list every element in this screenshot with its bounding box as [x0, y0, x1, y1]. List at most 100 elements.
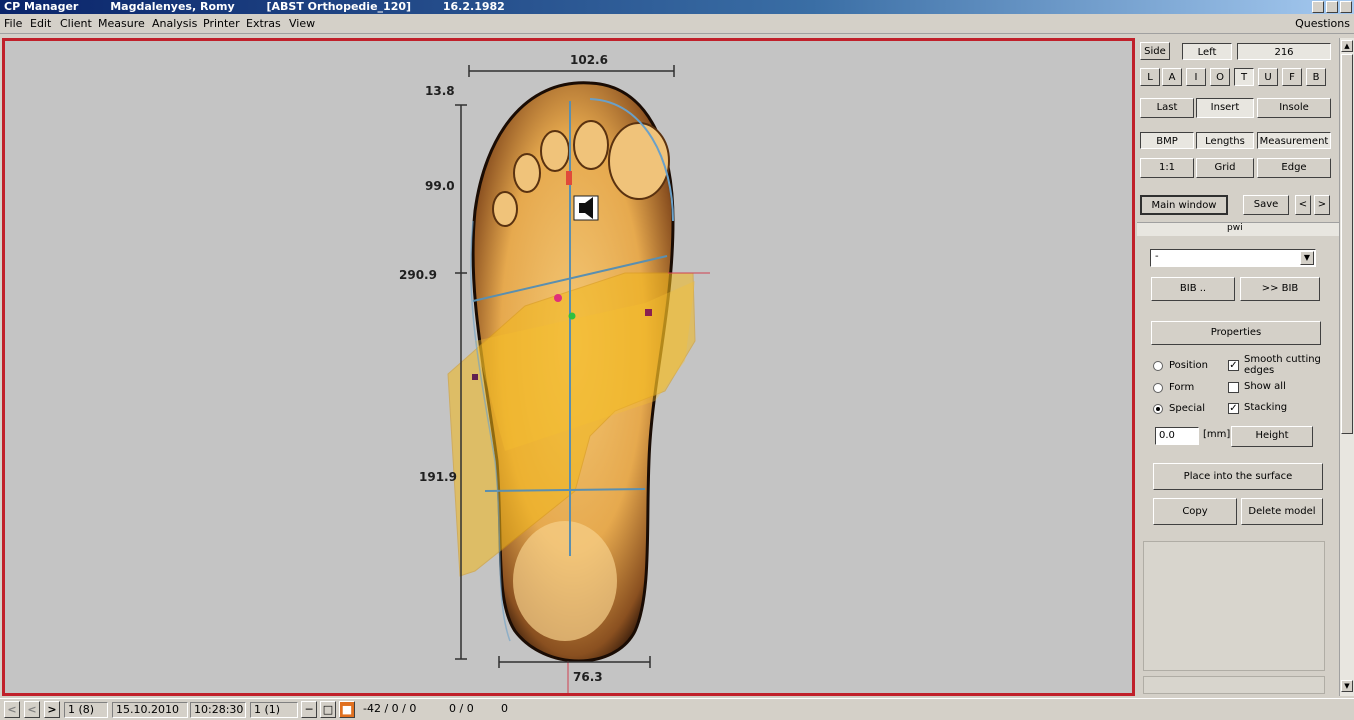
control-panel: Side Left 216 L A I O T U F B Last Inser…: [1137, 38, 1339, 696]
save-button[interactable]: Save: [1243, 195, 1289, 215]
copy-button[interactable]: Copy: [1153, 498, 1237, 525]
model-select[interactable]: - ▼: [1150, 249, 1316, 267]
dimension-length-2: 99.0: [425, 179, 455, 193]
letter-l-button[interactable]: L: [1140, 68, 1160, 86]
place-into-surface-button[interactable]: Place into the surface: [1153, 463, 1323, 490]
dimension-length-3: 290.9: [399, 268, 437, 282]
menu-file[interactable]: File: [4, 17, 22, 30]
panel-scrollbar[interactable]: ▲ ▼: [1339, 38, 1354, 696]
grid-button[interactable]: Grid: [1196, 158, 1254, 178]
prev-page-icon[interactable]: <: [24, 701, 40, 718]
marker-point-purple: [645, 309, 652, 316]
radio-special-label: Special: [1169, 403, 1206, 414]
radio-position-label: Position: [1169, 360, 1208, 371]
project-name: [ABST Orthopedie_120]: [266, 0, 412, 13]
check-smooth-cutting-edges[interactable]: ✓: [1228, 360, 1239, 371]
radio-position[interactable]: [1153, 361, 1163, 371]
radio-form[interactable]: [1153, 383, 1163, 393]
status-coords: -42 / 0 / 0: [363, 702, 417, 715]
next-page-icon[interactable]: >: [44, 701, 60, 718]
scroll-down-icon[interactable]: ▼: [1341, 680, 1353, 692]
status-index: 1 (1): [250, 702, 298, 718]
tab-lengths[interactable]: Lengths: [1196, 132, 1254, 149]
toe-2: [573, 120, 609, 170]
toe-big: [608, 122, 670, 200]
check-show-all-label: Show all: [1244, 381, 1286, 392]
marker-point-pink: [554, 294, 562, 302]
info-area: [1143, 541, 1325, 671]
letter-f-button[interactable]: F: [1282, 68, 1302, 86]
scroll-thumb[interactable]: [1341, 54, 1353, 434]
marker-point-green: [568, 312, 576, 320]
delete-model-button[interactable]: Delete model: [1241, 498, 1323, 525]
scale-1-1-button[interactable]: 1:1: [1140, 158, 1194, 178]
check-stacking-label: Stacking: [1244, 402, 1288, 413]
status-coords-2: 0 / 0: [449, 702, 474, 715]
group-label: pwi: [1227, 223, 1243, 233]
letter-t-button[interactable]: T: [1234, 68, 1254, 86]
dimension-length-4: 191.9: [419, 470, 457, 484]
status-bar: < < > 1 (8) 15.10.2010 10:28:30 1 (1) ─ …: [0, 698, 1354, 720]
client-name: Magdalenyes, Romy: [110, 0, 235, 13]
app-title: CP Manager: [4, 0, 79, 13]
foot-scan-viewport[interactable]: 102.6 76.3 13.8 99.0 290.9 191.9: [2, 38, 1135, 696]
status-time: 10:28:30: [190, 702, 246, 718]
tab-measurement[interactable]: Measurement: [1257, 132, 1331, 149]
size-field: 216: [1237, 43, 1331, 60]
letter-u-button[interactable]: U: [1258, 68, 1278, 86]
side-button[interactable]: Side: [1140, 42, 1170, 60]
tab-bmp[interactable]: BMP: [1140, 132, 1194, 149]
menu-view[interactable]: View: [289, 17, 315, 30]
edge-button[interactable]: Edge: [1257, 158, 1331, 178]
letter-i-button[interactable]: I: [1186, 68, 1206, 86]
next-button[interactable]: >: [1314, 195, 1330, 215]
maximize-button[interactable]: [1326, 1, 1338, 13]
main-window-button[interactable]: Main window: [1140, 195, 1228, 215]
toe-4: [513, 153, 541, 193]
status-zero: 0: [501, 702, 508, 715]
tab-insert[interactable]: Insert: [1196, 98, 1254, 118]
menu-bar: File Edit Client Measure Analysis Printe…: [0, 14, 1354, 34]
page-indicator: 1 (8): [64, 702, 108, 718]
info-area-bottom: [1143, 676, 1325, 694]
menu-edit[interactable]: Edit: [30, 17, 51, 30]
letter-b-button[interactable]: B: [1306, 68, 1326, 86]
check-smooth-cutting-edges-label: Smooth cutting edges: [1244, 354, 1321, 376]
toe-5: [492, 191, 518, 227]
view-icon-2[interactable]: □: [320, 701, 336, 718]
radio-special[interactable]: [1153, 404, 1163, 414]
letter-a-button[interactable]: A: [1162, 68, 1182, 86]
tab-last[interactable]: Last: [1140, 98, 1194, 118]
radio-form-label: Form: [1169, 382, 1195, 393]
view-icon-3[interactable]: ■: [339, 701, 355, 718]
properties-button[interactable]: Properties: [1151, 321, 1321, 345]
toe-3: [540, 130, 570, 172]
chevron-down-icon[interactable]: ▼: [1300, 251, 1314, 265]
menu-analysis[interactable]: Analysis: [152, 17, 197, 30]
status-date: 15.10.2010: [112, 702, 188, 718]
close-button[interactable]: [1340, 1, 1352, 13]
menu-client[interactable]: Client: [60, 17, 92, 30]
menu-measure[interactable]: Measure: [98, 17, 145, 30]
height-button[interactable]: Height: [1231, 426, 1313, 447]
dimension-width-top: 102.6: [570, 53, 608, 67]
prev-button[interactable]: <: [1295, 195, 1311, 215]
menu-printer[interactable]: Printer: [203, 17, 240, 30]
check-show-all[interactable]: [1228, 382, 1239, 393]
mm-input[interactable]: 0.0: [1155, 427, 1199, 445]
window-date: 16.2.1982: [442, 0, 505, 13]
left-tab[interactable]: Left: [1182, 43, 1232, 60]
menu-questions[interactable]: Questions: [1295, 17, 1350, 30]
check-stacking[interactable]: ✓: [1228, 403, 1239, 414]
first-page-icon[interactable]: <: [4, 701, 20, 718]
cursor-speaker-icon: [573, 195, 599, 221]
menu-extras[interactable]: Extras: [246, 17, 281, 30]
dimension-width-bottom: 76.3: [573, 670, 603, 684]
scroll-up-icon[interactable]: ▲: [1341, 40, 1353, 52]
bib-button[interactable]: BIB ..: [1151, 277, 1235, 301]
minimize-button[interactable]: [1312, 1, 1324, 13]
view-icon-1[interactable]: ─: [301, 701, 317, 718]
to-bib-button[interactable]: >> BIB: [1240, 277, 1320, 301]
letter-o-button[interactable]: O: [1210, 68, 1230, 86]
tab-insole[interactable]: Insole: [1257, 98, 1331, 118]
